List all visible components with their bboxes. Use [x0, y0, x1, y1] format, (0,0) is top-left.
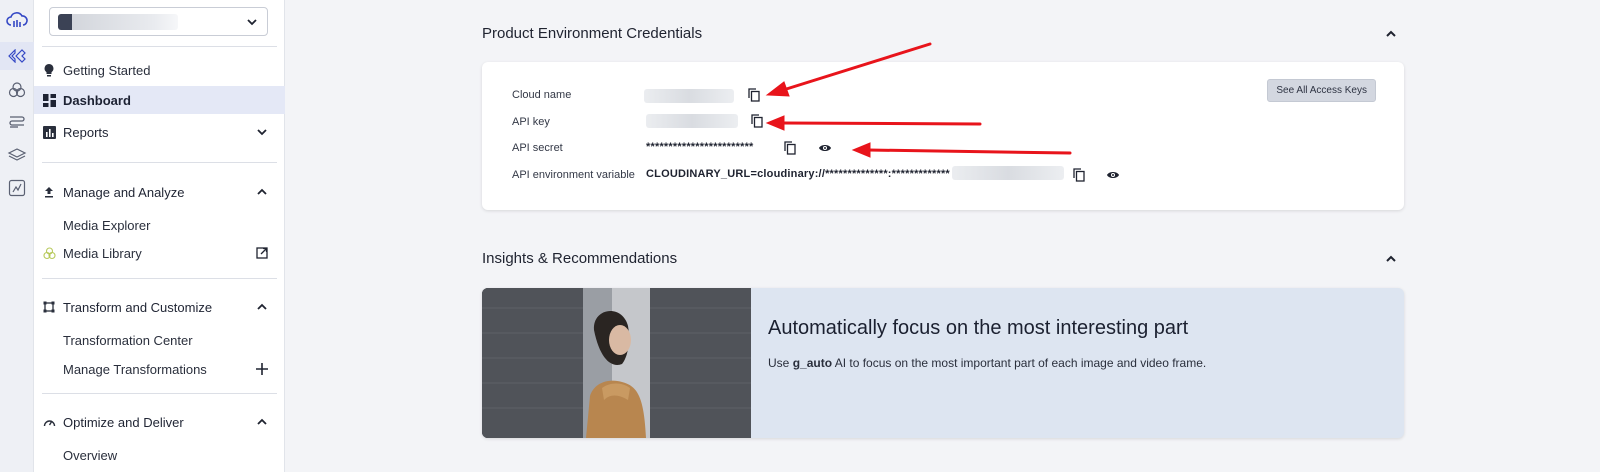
copy-icon[interactable]: [750, 114, 764, 128]
sidebar-divider: [42, 393, 277, 394]
chevron-up-icon: [255, 300, 269, 314]
icon-rail: [0, 0, 34, 472]
sidebar-item-overview[interactable]: Overview: [34, 441, 285, 469]
sidebar-item-media-library[interactable]: Media Library: [34, 239, 285, 267]
sidebar-item-transformation-center[interactable]: Transformation Center: [34, 326, 285, 354]
sidebar-item-reports[interactable]: Reports: [34, 118, 285, 146]
sidebar-item-label: Manage Transformations: [63, 362, 207, 377]
chevron-up-icon[interactable]: [1384, 27, 1398, 41]
sidebar-item-label: Media Library: [63, 246, 142, 261]
external-link-icon[interactable]: [255, 246, 269, 260]
gauge-icon: [42, 415, 56, 429]
g-auto-keyword: g_auto: [792, 356, 833, 370]
sidebar-item-manage-transformations[interactable]: Manage Transformations: [34, 355, 285, 383]
chevron-up-icon[interactable]: [1384, 252, 1398, 266]
assets-rail-icon[interactable]: [5, 78, 29, 102]
insights-section-title: Insights & Recommendations: [482, 250, 678, 267]
environment-name-redacted: [58, 14, 178, 30]
sidebar-item-label: Manage and Analyze: [63, 185, 185, 200]
cloud-name-label: Cloud name: [512, 89, 572, 101]
sidebar-section-transform-customize[interactable]: Transform and Customize: [34, 293, 285, 321]
desc-suffix: AI to focus on the most important part o…: [832, 356, 1207, 370]
desc-prefix: Use: [768, 356, 793, 370]
cloudinary-logo-icon[interactable]: [5, 8, 29, 32]
sidebar-divider: [42, 46, 277, 47]
flower-icon: [42, 246, 56, 260]
sidebar-section-manage-analyze[interactable]: Manage and Analyze: [34, 178, 285, 206]
crop-icon: [42, 300, 56, 314]
insight-card[interactable]: Automatically focus on the most interest…: [482, 288, 1404, 438]
api-key-label: API key: [512, 116, 550, 128]
sidebar: Getting Started Dashboard Reports Manage…: [34, 0, 285, 472]
sidebar-item-label: Overview: [63, 448, 118, 463]
sidebar-divider: [42, 278, 277, 279]
eye-icon[interactable]: [818, 141, 832, 155]
sidebar-item-label: Transform and Customize: [63, 300, 213, 315]
chevron-up-icon: [255, 415, 269, 429]
credentials-section-title: Product Environment Credentials: [482, 25, 703, 42]
sidebar-item-label: Reports: [63, 125, 109, 140]
api-secret-label: API secret: [512, 142, 563, 154]
see-all-access-keys-button[interactable]: See All Access Keys: [1267, 79, 1376, 102]
copy-icon[interactable]: [783, 141, 797, 155]
credentials-card: See All Access Keys Cloud name API key A…: [482, 62, 1404, 210]
sidebar-item-dashboard[interactable]: Dashboard: [34, 86, 285, 114]
insight-photo: [482, 288, 751, 438]
sidebar-item-label: Media Explorer: [63, 218, 151, 233]
api-env-variable-label: API environment variable: [512, 169, 635, 181]
dashboard-rail-icon[interactable]: [0, 42, 34, 70]
layers-rail-icon[interactable]: [5, 143, 29, 167]
lightbulb-icon: [42, 63, 56, 77]
environment-select[interactable]: [49, 7, 268, 36]
chevron-down-icon: [255, 125, 269, 139]
optimize-rail-icon[interactable]: [5, 176, 29, 200]
bar-chart-icon: [42, 125, 56, 139]
copy-icon[interactable]: [1072, 168, 1086, 182]
api-secret-value: ************************: [646, 141, 754, 153]
api-key-value-redacted: [646, 114, 738, 128]
eye-icon[interactable]: [1106, 168, 1120, 182]
copy-icon[interactable]: [747, 88, 761, 102]
sidebar-item-label: Optimize and Deliver: [63, 415, 184, 430]
sidebar-divider: [42, 162, 277, 163]
insight-card-description: Use g_auto AI to focus on the most impor…: [768, 356, 1206, 370]
upload-icon: [42, 185, 56, 199]
sidebar-section-optimize-deliver[interactable]: Optimize and Deliver: [34, 408, 285, 436]
transform-rail-icon[interactable]: [5, 110, 29, 134]
insight-card-title: Automatically focus on the most interest…: [768, 317, 1189, 339]
sidebar-item-label: Dashboard: [63, 93, 131, 108]
plus-icon[interactable]: [255, 362, 269, 376]
sidebar-item-label: Getting Started: [63, 63, 151, 78]
grid-icon: [42, 93, 56, 107]
chevron-down-icon: [245, 15, 259, 34]
cloud-name-value-redacted: [644, 89, 734, 103]
chevron-up-icon: [255, 185, 269, 199]
sidebar-item-media-explorer[interactable]: Media Explorer: [34, 211, 285, 239]
api-env-variable-value: CLOUDINARY_URL=cloudinary://************…: [646, 168, 950, 180]
sidebar-item-label: Transformation Center: [63, 333, 193, 348]
api-env-variable-redacted: [952, 166, 1064, 180]
sidebar-item-getting-started[interactable]: Getting Started: [34, 56, 285, 84]
